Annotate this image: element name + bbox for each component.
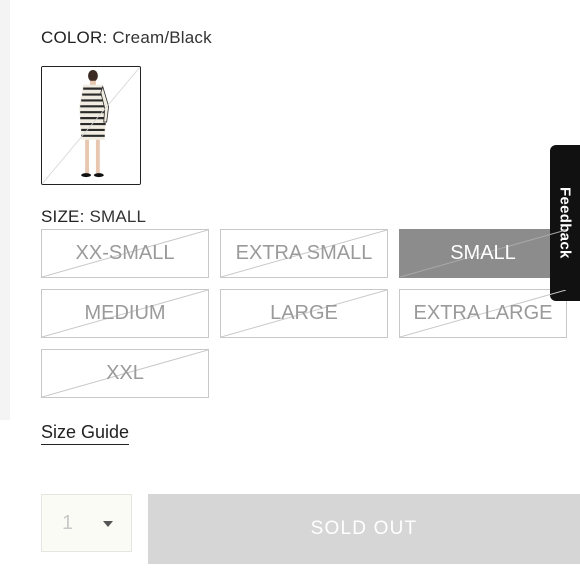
size-label-row: SIZE: SMALL <box>41 207 146 227</box>
size-option-label: SMALL <box>450 242 516 264</box>
size-option-label: XXL <box>106 362 144 384</box>
size-option-label: LARGE <box>270 302 338 324</box>
size-option-label: EXTRA SMALL <box>235 242 373 264</box>
color-label: COLOR: <box>41 28 108 47</box>
color-swatch[interactable] <box>41 66 141 185</box>
sold-out-button[interactable]: SOLD OUT <box>148 494 580 564</box>
color-value: Cream/Black <box>112 28 212 47</box>
size-option-extra-large[interactable]: EXTRA LARGE <box>399 289 567 338</box>
sold-out-label: SOLD OUT <box>310 518 418 539</box>
size-guide-link[interactable]: Size Guide <box>41 422 130 445</box>
size-option-extra-small[interactable]: EXTRA SMALL <box>220 229 388 278</box>
chevron-down-icon <box>103 521 113 527</box>
dress-image <box>42 67 140 184</box>
color-label-row: COLOR: Cream/Black <box>41 28 212 48</box>
size-value: SMALL <box>89 207 147 226</box>
size-option-xxl[interactable]: XXL <box>41 349 209 398</box>
size-option-xx-small[interactable]: XX-SMALL <box>41 229 209 278</box>
size-option-label: EXTRA LARGE <box>413 302 553 324</box>
feedback-tab[interactable]: Feedback <box>550 145 580 301</box>
size-option-label: XX-SMALL <box>75 242 175 264</box>
left-panel-edge <box>0 0 10 420</box>
size-label: SIZE: <box>41 207 85 226</box>
size-option-label: MEDIUM <box>84 302 166 324</box>
size-option-medium[interactable]: MEDIUM <box>41 289 209 338</box>
quantity-value: 1 <box>62 511 74 534</box>
size-option-large[interactable]: LARGE <box>220 289 388 338</box>
quantity-select[interactable]: 1 <box>41 494 132 552</box>
size-option-small[interactable]: SMALL <box>399 229 567 278</box>
